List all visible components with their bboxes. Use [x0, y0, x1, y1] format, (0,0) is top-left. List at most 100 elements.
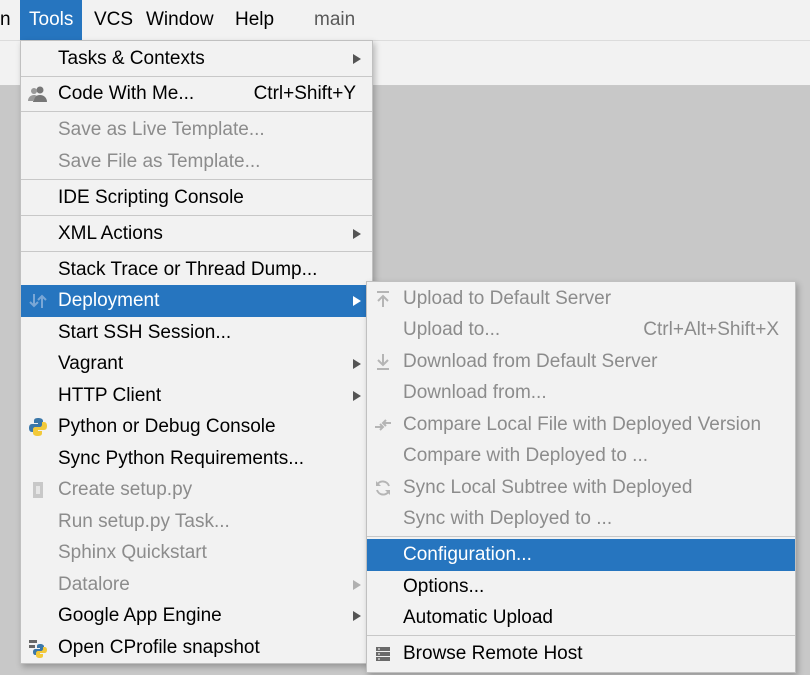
menu-item-label: Vagrant [58, 353, 124, 374]
download-icon [377, 354, 389, 370]
menu-item-label: Browse Remote Host [403, 643, 583, 664]
cprofile-icon [29, 640, 47, 658]
menubar-label: Help [235, 9, 275, 30]
menu-item-sync-with-deployed-to[interactable]: Sync with Deployed to ... [367, 503, 795, 535]
menu-item-upload-to[interactable]: Upload to... Ctrl+Alt+Shift+X [367, 314, 795, 346]
menu-item-code-with-me[interactable]: Code With Me... Ctrl+Shift+Y [21, 78, 372, 110]
menu-item-label: HTTP Client [58, 385, 162, 406]
submenu-arrow-icon [353, 359, 361, 369]
menu-item-label: Upload to Default Server [403, 288, 612, 309]
deployment-submenu: Upload to Default Server Upload to... Ct… [366, 281, 796, 673]
menu-item-label: IDE Scripting Console [58, 187, 244, 208]
menu-item-http-client[interactable]: HTTP Client [21, 380, 372, 412]
people-icon [28, 86, 47, 102]
remote-host-icon [376, 647, 390, 661]
menu-separator [21, 76, 372, 77]
menu-item-label: Download from Default Server [403, 351, 658, 372]
menu-item-save-file-template[interactable]: Save File as Template... [21, 146, 372, 178]
tools-menu: Tasks & Contexts Code With Me... Ctrl+Sh… [20, 40, 373, 664]
menu-item-label: Python or Debug Console [58, 416, 276, 437]
menubar-item-tools[interactable]: Tools [20, 0, 83, 40]
menu-item-download-default-server[interactable]: Download from Default Server [367, 346, 795, 378]
menu-item-label: Configuration... [403, 544, 532, 565]
submenu-arrow-icon [353, 391, 361, 401]
menu-item-ide-scripting-console[interactable]: IDE Scripting Console [21, 182, 372, 214]
menu-item-label: Sync Local Subtree with Deployed [403, 477, 693, 498]
menubar-item-help[interactable]: Help [226, 0, 283, 40]
python-icon [29, 418, 47, 436]
menu-item-browse-remote-host[interactable]: Browse Remote Host [367, 638, 795, 670]
menubar-item-vcs[interactable]: VCS [85, 0, 142, 40]
menu-bar: n Tools VCS Window Help main [0, 0, 810, 41]
menubar-label: VCS [94, 9, 134, 30]
submenu-arrow-icon [353, 229, 361, 239]
menu-item-deployment[interactable]: Deployment [21, 285, 372, 317]
menu-item-label: Google App Engine [58, 605, 222, 626]
menu-item-vagrant[interactable]: Vagrant [21, 348, 372, 380]
menu-item-create-setup-py[interactable]: Create setup.py [21, 474, 372, 506]
menu-item-shortcut: Ctrl+Alt+Shift+X [643, 319, 779, 340]
menubar-label: Tools [29, 9, 74, 30]
menu-item-sync-local-subtree[interactable]: Sync Local Subtree with Deployed [367, 472, 795, 504]
menu-separator [21, 179, 372, 180]
menu-item-label: Start SSH Session... [58, 322, 232, 343]
deploy-arrows-icon [29, 294, 47, 308]
menu-item-label: Automatic Upload [403, 607, 553, 628]
menu-item-stack-trace[interactable]: Stack Trace or Thread Dump... [21, 254, 372, 286]
menu-item-label: Create setup.py [58, 479, 193, 500]
menu-separator [21, 111, 372, 112]
menu-item-label: Open CProfile snapshot [58, 637, 260, 658]
menubar-item-run[interactable]: n [0, 0, 20, 40]
upload-icon [377, 291, 389, 307]
menu-item-label: Options... [403, 576, 485, 597]
menu-item-datalore[interactable]: Datalore [21, 569, 372, 601]
menubar-label: n [0, 9, 11, 30]
menu-separator [21, 215, 372, 216]
menu-item-google-app-engine[interactable]: Google App Engine [21, 600, 372, 632]
menubar-item-window[interactable]: Window [137, 0, 223, 40]
sync-icon [376, 480, 390, 496]
menubar-label: Window [146, 9, 214, 30]
menu-item-download-from[interactable]: Download from... [367, 377, 795, 409]
menu-item-sync-python-requirements[interactable]: Sync Python Requirements... [21, 443, 372, 475]
menu-item-options[interactable]: Options... [367, 571, 795, 603]
menu-item-automatic-upload[interactable]: Automatic Upload [367, 602, 795, 634]
menu-item-label: XML Actions [58, 223, 163, 244]
project-name: main [305, 0, 364, 40]
menu-item-label: Sync Python Requirements... [58, 448, 305, 469]
menu-item-start-ssh-session[interactable]: Start SSH Session... [21, 317, 372, 349]
menu-item-configuration[interactable]: Configuration... [367, 539, 795, 571]
menu-item-run-setup-py-task[interactable]: Run setup.py Task... [21, 506, 372, 538]
menu-item-label: Stack Trace or Thread Dump... [58, 259, 318, 280]
menu-item-label: Sphinx Quickstart [58, 542, 207, 563]
menu-item-label: Run setup.py Task... [58, 511, 230, 532]
menu-item-compare-local-file[interactable]: Compare Local File with Deployed Version [367, 409, 795, 441]
menu-item-label: Tasks & Contexts [58, 48, 205, 69]
menu-item-label: Compare Local File with Deployed Version [403, 414, 762, 435]
menu-item-shortcut: Ctrl+Shift+Y [253, 83, 356, 104]
submenu-arrow-icon [353, 611, 361, 621]
menu-item-save-live-template[interactable]: Save as Live Template... [21, 114, 372, 146]
menu-item-label: Code With Me... [58, 83, 195, 104]
menu-item-label: Upload to... [403, 319, 501, 340]
compare-icon [375, 419, 391, 431]
submenu-arrow-icon [353, 580, 361, 590]
submenu-arrow-icon [353, 54, 361, 64]
menu-separator [367, 635, 795, 636]
menu-separator [21, 251, 372, 252]
submenu-arrow-icon [353, 296, 361, 306]
menu-item-label: Datalore [58, 574, 130, 595]
menu-item-open-cprofile-snapshot[interactable]: Open CProfile snapshot [21, 632, 372, 664]
menu-item-label: Save File as Template... [58, 151, 261, 172]
menu-separator [367, 536, 795, 537]
menu-item-label: Sync with Deployed to ... [403, 508, 613, 529]
menu-item-label: Download from... [403, 382, 547, 403]
menu-item-python-debug-console[interactable]: Python or Debug Console [21, 411, 372, 443]
menu-item-label: Compare with Deployed to ... [403, 445, 649, 466]
menu-item-tasks-contexts[interactable]: Tasks & Contexts [21, 43, 372, 75]
menu-item-sphinx-quickstart[interactable]: Sphinx Quickstart [21, 537, 372, 569]
setup-py-icon [33, 482, 43, 498]
menu-item-upload-default-server[interactable]: Upload to Default Server [367, 283, 795, 315]
menu-item-compare-with-deployed-to[interactable]: Compare with Deployed to ... [367, 440, 795, 472]
menu-item-xml-actions[interactable]: XML Actions [21, 218, 372, 250]
